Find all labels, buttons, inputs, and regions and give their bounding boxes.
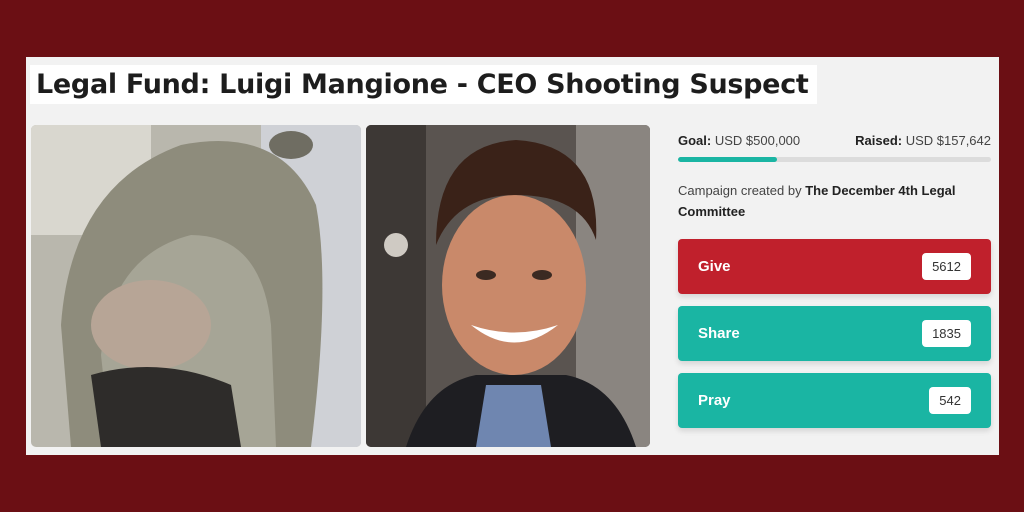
pray-button[interactable]: Pray 542: [678, 373, 991, 428]
raised-label: Raised:: [855, 133, 903, 148]
give-count: 5612: [922, 253, 971, 280]
share-count: 1835: [922, 320, 971, 347]
progress-fill: [678, 157, 777, 162]
campaign-card: Legal Fund: Luigi Mangione - CEO Shootin…: [26, 57, 999, 455]
goal-label: Goal:: [678, 133, 712, 148]
page-title: Legal Fund: Luigi Mangione - CEO Shootin…: [30, 65, 817, 104]
raised-value: USD $157,642: [905, 133, 991, 148]
share-button[interactable]: Share 1835: [678, 306, 991, 361]
fund-stats: Goal: USD $500,000 Raised: USD $157,642: [678, 133, 991, 148]
campaign-sidebar: Goal: USD $500,000 Raised: USD $157,642 …: [678, 125, 991, 428]
progress-bar: [678, 157, 991, 162]
share-label: Share: [698, 325, 740, 342]
creator-prefix: Campaign created by: [678, 183, 802, 198]
goal-stat: Goal: USD $500,000: [678, 133, 800, 148]
give-button[interactable]: Give 5612: [678, 239, 991, 294]
campaign-creator: Campaign created by The December 4th Leg…: [678, 180, 991, 222]
raised-stat: Raised: USD $157,642: [855, 133, 991, 148]
smiling-person-photo: [366, 125, 650, 447]
pray-label: Pray: [698, 392, 731, 409]
give-label: Give: [698, 258, 731, 275]
hooded-person-photo: [31, 125, 361, 447]
pray-count: 542: [929, 387, 971, 414]
goal-value: USD $500,000: [714, 133, 801, 148]
